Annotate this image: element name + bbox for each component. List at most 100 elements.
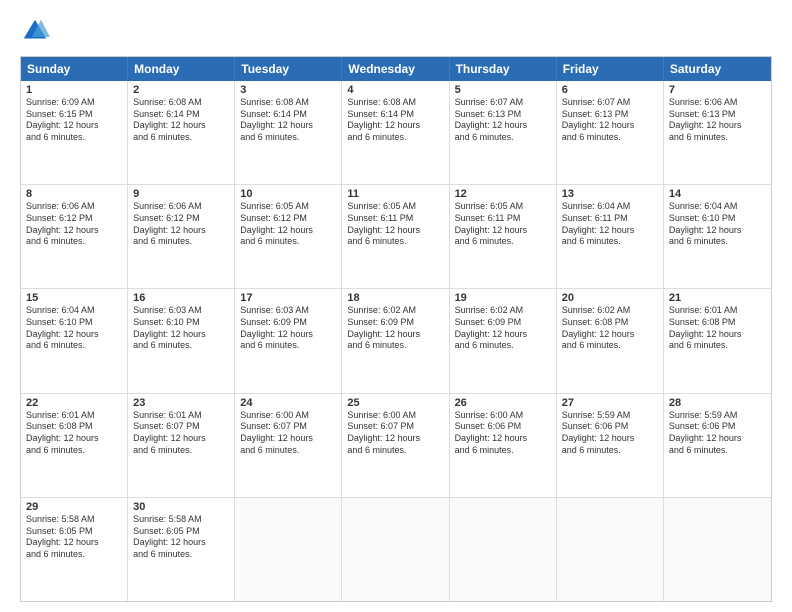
day-number: 20 xyxy=(562,292,658,304)
calendar-cell-empty xyxy=(342,498,449,601)
calendar-cell-day-4: 4Sunrise: 6:08 AMSunset: 6:14 PMDaylight… xyxy=(342,81,449,184)
calendar-cell-empty xyxy=(664,498,771,601)
calendar-row-2: 8Sunrise: 6:06 AMSunset: 6:12 PMDaylight… xyxy=(21,185,771,289)
calendar-page: SundayMondayTuesdayWednesdayThursdayFrid… xyxy=(0,0,792,612)
calendar-header: SundayMondayTuesdayWednesdayThursdayFrid… xyxy=(21,57,771,81)
calendar-cell-day-26: 26Sunrise: 6:00 AMSunset: 6:06 PMDayligh… xyxy=(450,394,557,497)
header-day-sunday: Sunday xyxy=(21,57,128,81)
day-number: 26 xyxy=(455,397,551,409)
calendar-cell-day-18: 18Sunrise: 6:02 AMSunset: 6:09 PMDayligh… xyxy=(342,289,449,392)
calendar-cell-day-1: 1Sunrise: 6:09 AMSunset: 6:15 PMDaylight… xyxy=(21,81,128,184)
calendar-cell-day-6: 6Sunrise: 6:07 AMSunset: 6:13 PMDaylight… xyxy=(557,81,664,184)
cell-info: Sunrise: 6:00 AMSunset: 6:06 PMDaylight:… xyxy=(455,410,551,457)
calendar-cell-day-9: 9Sunrise: 6:06 AMSunset: 6:12 PMDaylight… xyxy=(128,185,235,288)
calendar-row-5: 29Sunrise: 5:58 AMSunset: 6:05 PMDayligh… xyxy=(21,498,771,601)
header-day-monday: Monday xyxy=(128,57,235,81)
day-number: 29 xyxy=(26,501,122,513)
day-number: 10 xyxy=(240,188,336,200)
day-number: 3 xyxy=(240,84,336,96)
calendar-cell-day-21: 21Sunrise: 6:01 AMSunset: 6:08 PMDayligh… xyxy=(664,289,771,392)
cell-info: Sunrise: 5:59 AMSunset: 6:06 PMDaylight:… xyxy=(562,410,658,457)
cell-info: Sunrise: 6:06 AMSunset: 6:12 PMDaylight:… xyxy=(26,201,122,248)
calendar-cell-day-15: 15Sunrise: 6:04 AMSunset: 6:10 PMDayligh… xyxy=(21,289,128,392)
day-number: 14 xyxy=(669,188,766,200)
cell-info: Sunrise: 6:02 AMSunset: 6:09 PMDaylight:… xyxy=(455,305,551,352)
cell-info: Sunrise: 6:08 AMSunset: 6:14 PMDaylight:… xyxy=(347,97,443,144)
cell-info: Sunrise: 6:00 AMSunset: 6:07 PMDaylight:… xyxy=(240,410,336,457)
day-number: 9 xyxy=(133,188,229,200)
cell-info: Sunrise: 5:58 AMSunset: 6:05 PMDaylight:… xyxy=(26,514,122,561)
day-number: 8 xyxy=(26,188,122,200)
calendar-cell-day-11: 11Sunrise: 6:05 AMSunset: 6:11 PMDayligh… xyxy=(342,185,449,288)
calendar-cell-day-20: 20Sunrise: 6:02 AMSunset: 6:08 PMDayligh… xyxy=(557,289,664,392)
cell-info: Sunrise: 6:06 AMSunset: 6:12 PMDaylight:… xyxy=(133,201,229,248)
day-number: 4 xyxy=(347,84,443,96)
day-number: 11 xyxy=(347,188,443,200)
calendar-cell-day-7: 7Sunrise: 6:06 AMSunset: 6:13 PMDaylight… xyxy=(664,81,771,184)
cell-info: Sunrise: 6:03 AMSunset: 6:09 PMDaylight:… xyxy=(240,305,336,352)
calendar-cell-day-16: 16Sunrise: 6:03 AMSunset: 6:10 PMDayligh… xyxy=(128,289,235,392)
day-number: 30 xyxy=(133,501,229,513)
calendar-cell-day-17: 17Sunrise: 6:03 AMSunset: 6:09 PMDayligh… xyxy=(235,289,342,392)
day-number: 6 xyxy=(562,84,658,96)
day-number: 12 xyxy=(455,188,551,200)
calendar-cell-day-12: 12Sunrise: 6:05 AMSunset: 6:11 PMDayligh… xyxy=(450,185,557,288)
calendar-cell-day-19: 19Sunrise: 6:02 AMSunset: 6:09 PMDayligh… xyxy=(450,289,557,392)
cell-info: Sunrise: 6:04 AMSunset: 6:10 PMDaylight:… xyxy=(669,201,766,248)
logo-icon xyxy=(20,16,50,46)
cell-info: Sunrise: 6:04 AMSunset: 6:10 PMDaylight:… xyxy=(26,305,122,352)
calendar-cell-day-22: 22Sunrise: 6:01 AMSunset: 6:08 PMDayligh… xyxy=(21,394,128,497)
calendar-cell-day-10: 10Sunrise: 6:05 AMSunset: 6:12 PMDayligh… xyxy=(235,185,342,288)
day-number: 15 xyxy=(26,292,122,304)
cell-info: Sunrise: 6:05 AMSunset: 6:11 PMDaylight:… xyxy=(455,201,551,248)
calendar-cell-day-8: 8Sunrise: 6:06 AMSunset: 6:12 PMDaylight… xyxy=(21,185,128,288)
calendar-grid: SundayMondayTuesdayWednesdayThursdayFrid… xyxy=(20,56,772,602)
header-day-thursday: Thursday xyxy=(450,57,557,81)
cell-info: Sunrise: 6:07 AMSunset: 6:13 PMDaylight:… xyxy=(562,97,658,144)
cell-info: Sunrise: 6:01 AMSunset: 6:08 PMDaylight:… xyxy=(26,410,122,457)
cell-info: Sunrise: 6:08 AMSunset: 6:14 PMDaylight:… xyxy=(133,97,229,144)
calendar-body: 1Sunrise: 6:09 AMSunset: 6:15 PMDaylight… xyxy=(21,81,771,601)
calendar-cell-day-3: 3Sunrise: 6:08 AMSunset: 6:14 PMDaylight… xyxy=(235,81,342,184)
calendar-cell-day-13: 13Sunrise: 6:04 AMSunset: 6:11 PMDayligh… xyxy=(557,185,664,288)
day-number: 5 xyxy=(455,84,551,96)
calendar-cell-day-24: 24Sunrise: 6:00 AMSunset: 6:07 PMDayligh… xyxy=(235,394,342,497)
calendar-cell-day-5: 5Sunrise: 6:07 AMSunset: 6:13 PMDaylight… xyxy=(450,81,557,184)
calendar-cell-day-30: 30Sunrise: 5:58 AMSunset: 6:05 PMDayligh… xyxy=(128,498,235,601)
header-day-wednesday: Wednesday xyxy=(342,57,449,81)
calendar-cell-day-2: 2Sunrise: 6:08 AMSunset: 6:14 PMDaylight… xyxy=(128,81,235,184)
cell-info: Sunrise: 6:09 AMSunset: 6:15 PMDaylight:… xyxy=(26,97,122,144)
cell-info: Sunrise: 6:08 AMSunset: 6:14 PMDaylight:… xyxy=(240,97,336,144)
cell-info: Sunrise: 5:59 AMSunset: 6:06 PMDaylight:… xyxy=(669,410,766,457)
cell-info: Sunrise: 6:05 AMSunset: 6:11 PMDaylight:… xyxy=(347,201,443,248)
day-number: 2 xyxy=(133,84,229,96)
day-number: 19 xyxy=(455,292,551,304)
calendar-cell-day-23: 23Sunrise: 6:01 AMSunset: 6:07 PMDayligh… xyxy=(128,394,235,497)
day-number: 23 xyxy=(133,397,229,409)
cell-info: Sunrise: 6:06 AMSunset: 6:13 PMDaylight:… xyxy=(669,97,766,144)
cell-info: Sunrise: 6:00 AMSunset: 6:07 PMDaylight:… xyxy=(347,410,443,457)
cell-info: Sunrise: 6:02 AMSunset: 6:08 PMDaylight:… xyxy=(562,305,658,352)
day-number: 22 xyxy=(26,397,122,409)
cell-info: Sunrise: 6:02 AMSunset: 6:09 PMDaylight:… xyxy=(347,305,443,352)
header-day-tuesday: Tuesday xyxy=(235,57,342,81)
calendar-cell-empty xyxy=(450,498,557,601)
day-number: 18 xyxy=(347,292,443,304)
day-number: 24 xyxy=(240,397,336,409)
calendar-cell-day-25: 25Sunrise: 6:00 AMSunset: 6:07 PMDayligh… xyxy=(342,394,449,497)
cell-info: Sunrise: 6:07 AMSunset: 6:13 PMDaylight:… xyxy=(455,97,551,144)
day-number: 16 xyxy=(133,292,229,304)
calendar-row-4: 22Sunrise: 6:01 AMSunset: 6:08 PMDayligh… xyxy=(21,394,771,498)
cell-info: Sunrise: 6:05 AMSunset: 6:12 PMDaylight:… xyxy=(240,201,336,248)
day-number: 7 xyxy=(669,84,766,96)
day-number: 13 xyxy=(562,188,658,200)
calendar-row-1: 1Sunrise: 6:09 AMSunset: 6:15 PMDaylight… xyxy=(21,81,771,185)
day-number: 1 xyxy=(26,84,122,96)
cell-info: Sunrise: 6:01 AMSunset: 6:07 PMDaylight:… xyxy=(133,410,229,457)
logo xyxy=(20,16,54,46)
page-header xyxy=(20,16,772,46)
calendar-cell-day-14: 14Sunrise: 6:04 AMSunset: 6:10 PMDayligh… xyxy=(664,185,771,288)
calendar-cell-day-28: 28Sunrise: 5:59 AMSunset: 6:06 PMDayligh… xyxy=(664,394,771,497)
cell-info: Sunrise: 6:04 AMSunset: 6:11 PMDaylight:… xyxy=(562,201,658,248)
day-number: 25 xyxy=(347,397,443,409)
